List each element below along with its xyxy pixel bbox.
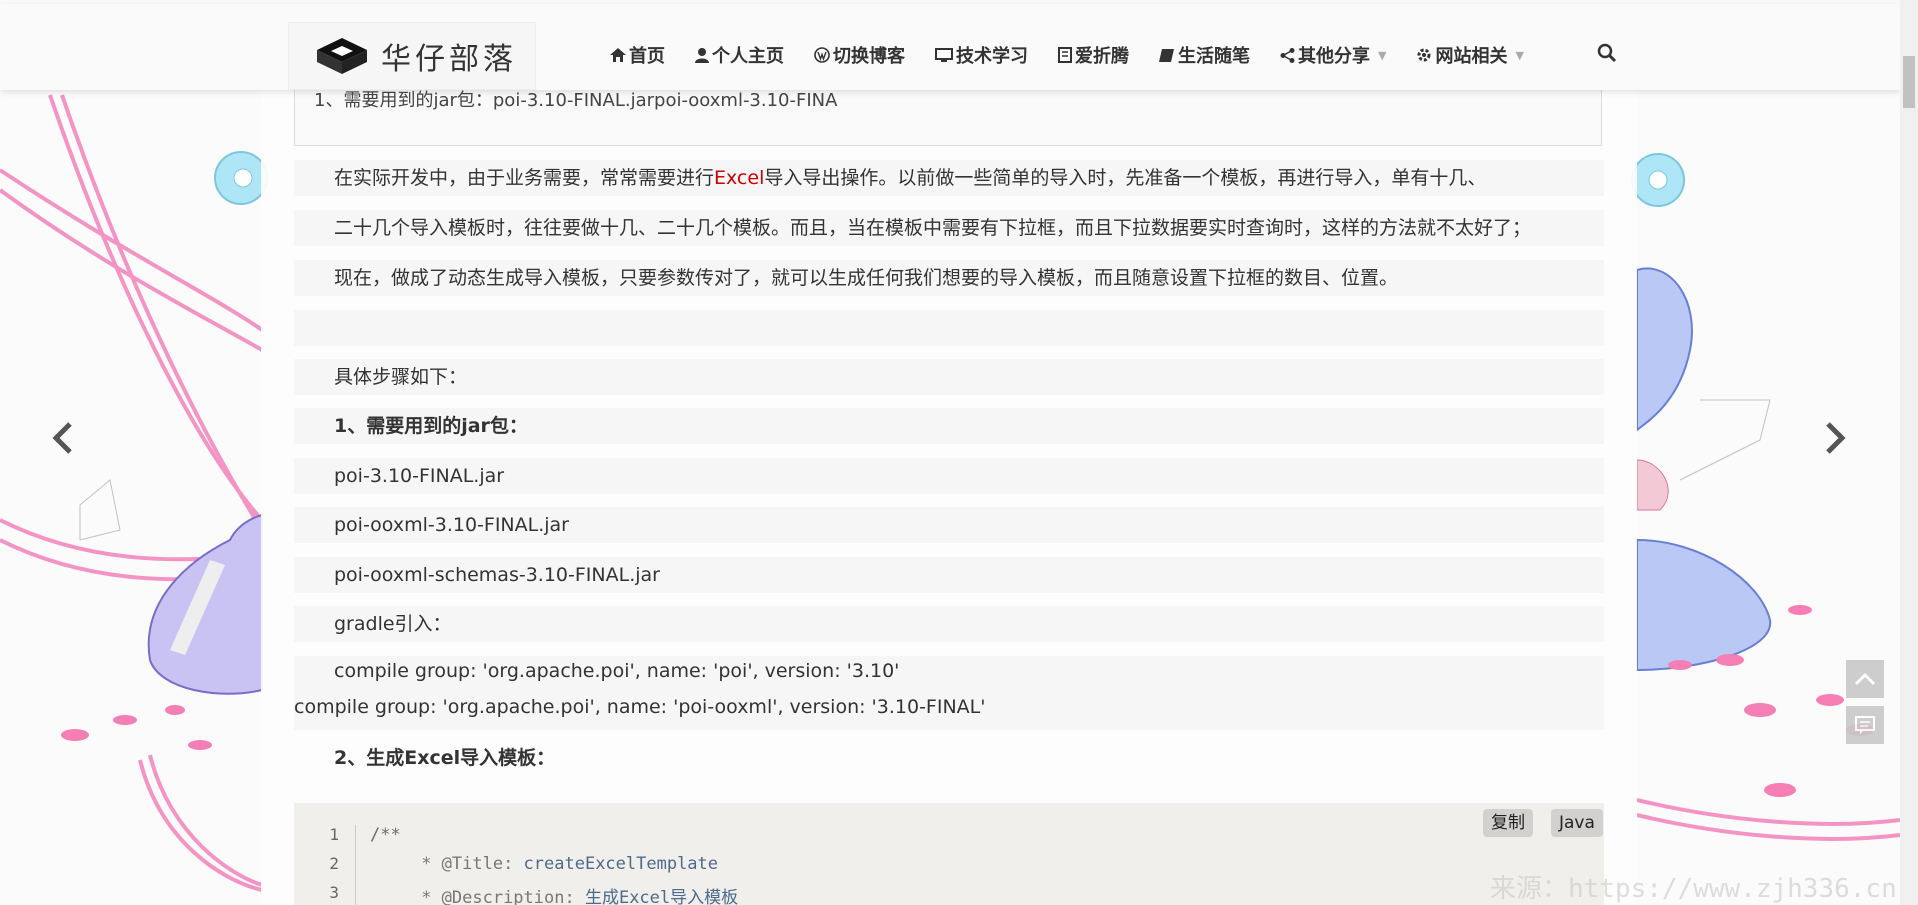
doc-tag: * @Title:: [421, 854, 524, 874]
nav-life-notes[interactable]: 生活随笔: [1159, 40, 1250, 70]
code-line: * @Description: 生成Excel导入模板: [370, 883, 738, 905]
text: 导入导出操作。以前做一些简单的导入时，先准备一个模板，再进行导入，单有十几、: [764, 167, 1487, 189]
nav-label: 切换博客: [833, 46, 905, 67]
comment-icon: [1855, 716, 1875, 734]
nav-label: 爱折腾: [1075, 46, 1129, 67]
nav-switch-blog[interactable]: 切换博客: [814, 40, 905, 70]
empty-paragraph: [294, 310, 1604, 346]
nav-label: 技术学习: [956, 46, 1028, 67]
paragraph-gradle-label: gradle引入：: [294, 606, 1604, 642]
next-arrow-icon[interactable]: [1820, 418, 1850, 458]
jar-item: poi-ooxml-schemas-3.10-FINAL.jar: [294, 557, 1604, 593]
paragraph-intro-1: 在实际开发中，由于业务需要，常常需要进行Excel导入导出操作。以前做一些简单的…: [294, 160, 1604, 196]
chevron-up-icon: [1854, 672, 1876, 686]
user-icon: [695, 47, 709, 63]
text: 在实际开发中，由于业务需要，常常需要进行: [334, 167, 715, 189]
nav-label: 个人主页: [712, 46, 784, 67]
heading-step-2: 2、生成Excel导入模板：: [334, 747, 556, 769]
wordpress-icon: [814, 47, 830, 63]
line-number: 3: [329, 883, 339, 902]
line-number: 1: [329, 825, 339, 844]
nav-home[interactable]: 首页: [610, 40, 665, 70]
watermark: 来源：https://www.zjh336.cn: [1490, 874, 1897, 904]
scrollbar-thumb[interactable]: [1903, 56, 1915, 108]
logo-text: 华仔部落: [381, 42, 517, 77]
search-icon[interactable]: [1596, 42, 1618, 64]
jar-item: poi-3.10-FINAL.jar: [294, 458, 1604, 494]
top-navbar: 华仔部落 首页 个人主页 切换博客 技术学习 爱折腾 生活随笔 其他分享 ▼ 网…: [0, 4, 1900, 90]
code-block: 复制 Java 1 2 3 /** * @Title: createExcelT…: [294, 803, 1604, 905]
code-line: /**: [370, 825, 401, 845]
nav-profile[interactable]: 个人主页: [695, 40, 784, 70]
jar-item: poi-ooxml-3.10-FINAL.jar: [294, 507, 1604, 543]
line-number: 2: [329, 854, 339, 873]
article-summary: 1、需要用到的jar包：poi-3.10-FINAL.jarpoi-ooxml-…: [294, 88, 1602, 146]
highlight-text: Excel: [714, 167, 765, 189]
nav-label: 生活随笔: [1178, 46, 1250, 67]
nav-other-share[interactable]: 其他分享 ▼: [1280, 40, 1386, 70]
code-lines: /** * @Title: createExcelTemplate * @Des…: [370, 825, 738, 905]
nav-label: 首页: [629, 46, 665, 67]
gradle-line: compile group: 'org.apache.poi', name: '…: [294, 696, 986, 718]
home-icon: [610, 48, 626, 62]
line-number-gutter: 1 2 3: [294, 825, 356, 905]
doc-value: createExcelTemplate: [523, 854, 719, 874]
site-logo[interactable]: 华仔部落: [288, 22, 536, 90]
gradle-line: compile group: 'org.apache.poi', name: '…: [334, 660, 900, 682]
main-nav: 首页 个人主页 切换博客 技术学习 爱折腾 生活随笔 其他分享 ▼ 网站相关 ▼: [610, 40, 1554, 70]
code-line: * @Title: createExcelTemplate: [370, 854, 738, 883]
code-language-badge: Java: [1551, 809, 1603, 837]
logo-cube-icon: [317, 38, 367, 74]
paragraph-intro-3: 现在，做成了动态生成导入模板，只要参数传对了，就可以生成任何我们想要的导入模板，…: [294, 260, 1604, 296]
gear-icon: [1417, 48, 1431, 62]
gradle-snippet: compile group: 'org.apache.poi', name: '…: [294, 656, 1604, 730]
chevron-down-icon: ▼: [1378, 48, 1387, 62]
paragraph-intro-2: 二十几个导入模板时，往往要做十几、二十几个模板。而且，当在模板中需要有下拉框，而…: [294, 210, 1604, 246]
summary-text: 1、需要用到的jar包：poi-3.10-FINAL.jarpoi-ooxml-…: [314, 90, 838, 111]
notebook-icon: [1159, 48, 1174, 62]
comment-button[interactable]: [1846, 706, 1884, 744]
article-panel: 1、需要用到的jar包： poi-3.10-FINAL.jar poi-ooxml-…: [261, 88, 1637, 905]
nav-label: 网站相关: [1435, 46, 1508, 67]
doc-value: 生成Excel导入模板: [584, 888, 739, 905]
nav-label: 其他分享: [1298, 46, 1370, 67]
copy-code-button[interactable]: 复制: [1483, 809, 1533, 837]
heading-step-1: 1、需要用到的jar包：: [294, 408, 1604, 444]
doc-tag: * @Description:: [421, 888, 585, 905]
scrollbar[interactable]: [1900, 0, 1918, 905]
chevron-down-icon: ▼: [1515, 48, 1524, 62]
back-to-top-button[interactable]: [1846, 660, 1884, 698]
nav-tech-learning[interactable]: 技术学习: [935, 40, 1028, 70]
nav-tinkering[interactable]: 爱折腾: [1058, 40, 1129, 70]
book-icon: [1058, 47, 1072, 63]
nav-site-related[interactable]: 网站相关 ▼: [1416, 40, 1524, 70]
previous-arrow-icon[interactable]: [48, 418, 78, 458]
paragraph-steps-intro: 具体步骤如下：: [294, 359, 1604, 395]
share-icon: [1280, 47, 1295, 63]
desktop-icon: [935, 47, 953, 62]
